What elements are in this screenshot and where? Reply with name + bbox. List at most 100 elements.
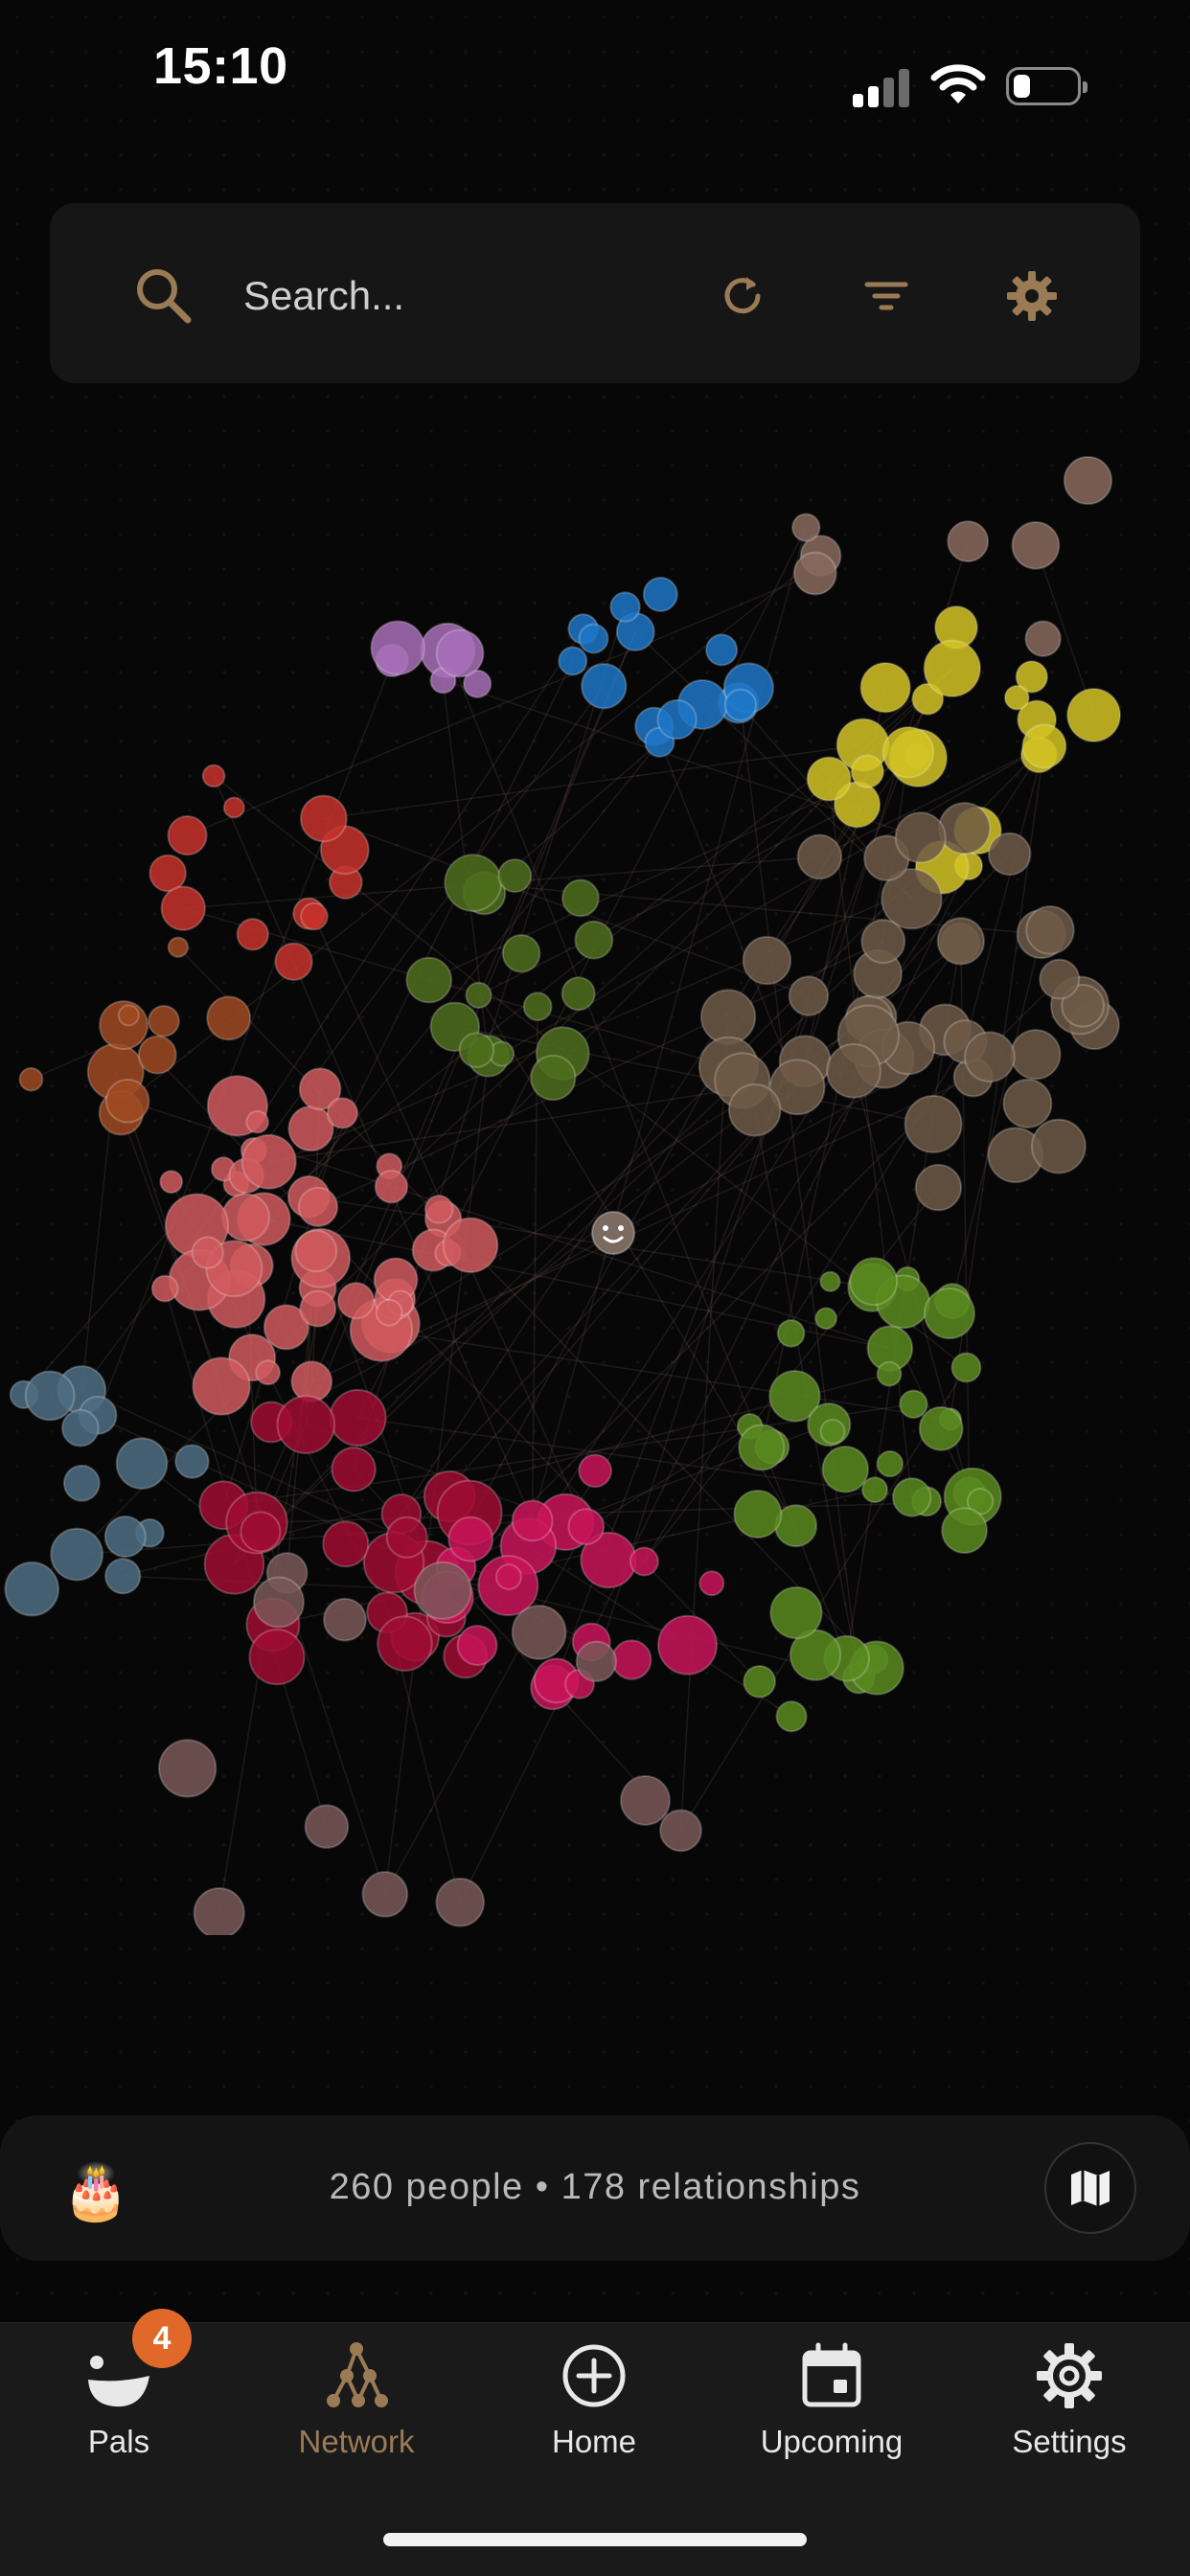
person-node[interactable] <box>849 1257 899 1307</box>
person-node[interactable] <box>860 919 906 965</box>
person-node[interactable] <box>876 1449 904 1478</box>
person-node[interactable] <box>4 1561 60 1617</box>
person-node[interactable] <box>497 858 533 894</box>
person-node[interactable] <box>447 1516 494 1562</box>
person-node[interactable] <box>938 802 992 855</box>
person-node[interactable] <box>923 1288 975 1340</box>
person-node[interactable] <box>206 995 252 1041</box>
person-node[interactable] <box>222 796 245 819</box>
person-node[interactable] <box>117 1004 140 1027</box>
person-node[interactable] <box>578 623 609 654</box>
person-node[interactable] <box>375 1298 403 1327</box>
person-node[interactable] <box>899 1389 928 1420</box>
person-node[interactable] <box>290 1360 333 1403</box>
person-node[interactable] <box>276 1395 336 1454</box>
person-node[interactable] <box>331 1447 377 1493</box>
person-node[interactable] <box>157 1739 217 1798</box>
refresh-button[interactable] <box>699 253 786 339</box>
person-node[interactable] <box>192 1356 251 1416</box>
person-node[interactable] <box>629 1546 659 1577</box>
person-node[interactable] <box>294 1229 338 1273</box>
person-node[interactable] <box>987 832 1032 877</box>
person-node[interactable] <box>788 975 830 1016</box>
person-node[interactable] <box>705 633 739 667</box>
person-node[interactable] <box>374 1169 409 1204</box>
person-node[interactable] <box>876 1360 903 1387</box>
person-node[interactable] <box>522 992 553 1022</box>
person-node[interactable] <box>336 1282 376 1320</box>
person-node[interactable] <box>1021 723 1067 769</box>
person-node[interactable] <box>578 1453 612 1489</box>
person-node[interactable] <box>104 1558 142 1595</box>
person-node[interactable] <box>561 976 596 1012</box>
person-node[interactable] <box>329 1388 387 1448</box>
person-node[interactable] <box>620 1775 671 1826</box>
person-node[interactable] <box>236 918 269 951</box>
person-node[interactable] <box>299 794 348 843</box>
person-node[interactable] <box>442 1217 499 1274</box>
person-node[interactable] <box>62 1464 101 1502</box>
person-node[interactable] <box>742 935 792 986</box>
person-node[interactable] <box>575 1640 618 1682</box>
person-node[interactable] <box>743 1664 777 1698</box>
search-input[interactable] <box>241 259 648 333</box>
tab-settings[interactable]: Settings <box>950 2337 1188 2472</box>
person-node[interactable] <box>405 956 453 1004</box>
person-node[interactable] <box>964 1031 1016 1083</box>
person-node[interactable] <box>248 1629 306 1686</box>
person-node[interactable] <box>814 1307 838 1331</box>
person-node[interactable] <box>642 576 678 612</box>
person-node[interactable] <box>1002 1078 1053 1128</box>
person-node[interactable] <box>193 1886 245 1935</box>
person-node[interactable] <box>322 1520 370 1568</box>
person-node[interactable] <box>796 833 843 880</box>
person-node[interactable] <box>115 1437 169 1490</box>
person-node[interactable] <box>444 854 503 912</box>
person-node[interactable] <box>1066 687 1122 742</box>
person-node[interactable] <box>609 591 641 623</box>
person-node[interactable] <box>659 1809 702 1853</box>
person-node[interactable] <box>297 1186 339 1228</box>
person-node[interactable] <box>776 1318 806 1348</box>
me-node[interactable] <box>591 1211 635 1255</box>
person-node[interactable] <box>167 936 190 958</box>
person-node[interactable] <box>149 854 187 893</box>
person-node[interactable] <box>904 1094 963 1153</box>
person-node[interactable] <box>611 1639 652 1680</box>
person-node[interactable] <box>581 663 628 710</box>
person-node[interactable] <box>458 1032 495 1068</box>
person-node[interactable] <box>24 1370 76 1422</box>
person-node[interactable] <box>501 934 541 973</box>
person-node[interactable] <box>881 725 935 779</box>
person-node[interactable] <box>723 688 757 721</box>
map-button[interactable] <box>1044 2142 1136 2234</box>
person-node[interactable] <box>435 628 485 678</box>
person-node[interactable] <box>657 1614 719 1676</box>
person-node[interactable] <box>150 1274 179 1303</box>
person-node[interactable] <box>859 662 911 714</box>
person-node[interactable] <box>558 646 588 676</box>
person-node[interactable] <box>699 989 757 1045</box>
person-node[interactable] <box>137 1035 177 1075</box>
person-node[interactable] <box>936 917 985 966</box>
person-node[interactable] <box>511 1605 567 1660</box>
person-node[interactable] <box>1039 958 1081 1000</box>
network-graph[interactable] <box>0 422 1190 1935</box>
person-node[interactable] <box>914 1163 963 1212</box>
person-node[interactable] <box>299 1289 337 1328</box>
person-node[interactable] <box>148 1004 180 1037</box>
person-node[interactable] <box>174 1444 210 1479</box>
person-node[interactable] <box>1011 520 1061 570</box>
person-node[interactable] <box>891 1477 932 1517</box>
person-node[interactable] <box>1063 455 1113 506</box>
person-node[interactable] <box>103 1515 147 1559</box>
person-node[interactable] <box>435 1877 485 1927</box>
person-node[interactable] <box>104 1079 150 1124</box>
person-node[interactable] <box>159 1170 184 1195</box>
person-node[interactable] <box>377 1615 433 1672</box>
person-node[interactable] <box>300 901 329 931</box>
person-node[interactable] <box>918 1405 964 1451</box>
filter-button[interactable] <box>843 253 929 339</box>
person-node[interactable] <box>775 1700 808 1733</box>
person-node[interactable] <box>1003 684 1030 711</box>
